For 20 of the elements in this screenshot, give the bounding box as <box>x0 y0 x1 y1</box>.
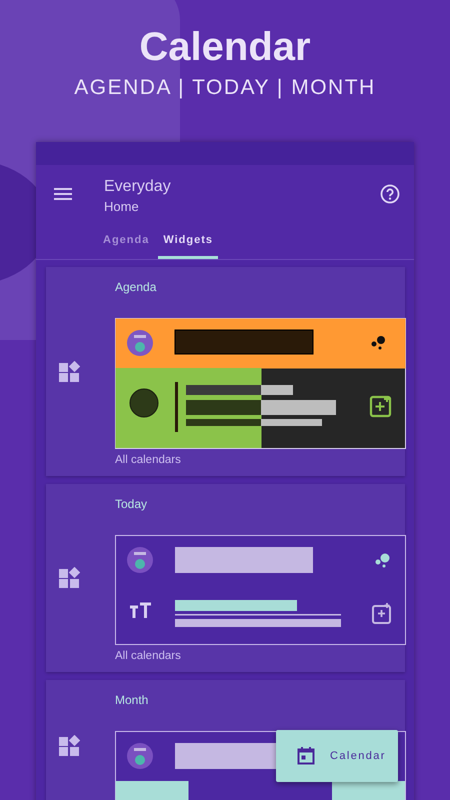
widgets-icon <box>58 734 80 756</box>
app-title: Everyday <box>104 177 172 197</box>
widget-caption: All calendars <box>115 650 182 662</box>
help-icon[interactable] <box>380 184 400 204</box>
promo-title: Calendar <box>139 24 311 70</box>
widget-caption: All calendars <box>115 454 182 466</box>
app-subtitle: Home <box>104 199 140 214</box>
widget-card[interactable]: Today All calendars <box>46 484 405 672</box>
calendar-icon <box>296 746 316 766</box>
widget-title: Agenda <box>115 280 158 294</box>
widget-title: Month <box>115 693 150 707</box>
promo-subtitle: AGENDA | TODAY | MONTH <box>74 76 376 100</box>
widget-title: Today <box>115 497 148 511</box>
widget-card[interactable]: Agenda All calendars <box>46 267 405 476</box>
widgets-icon <box>58 360 80 382</box>
tab[interactable]: Widgets <box>158 234 218 259</box>
tab[interactable]: Agenda <box>98 234 154 259</box>
widgets-icon <box>58 567 80 589</box>
calendar-button[interactable]: Calendar <box>276 730 398 782</box>
menu-icon[interactable] <box>53 186 73 202</box>
